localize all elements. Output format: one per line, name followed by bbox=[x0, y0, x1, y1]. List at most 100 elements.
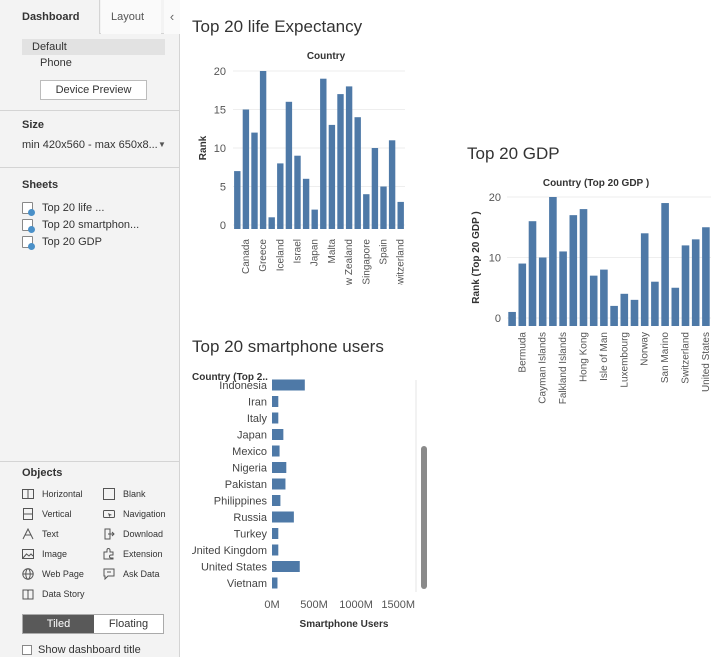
x-tick-label: Israel bbox=[293, 239, 304, 263]
dashboard-sidebar: Dashboard Layout ‹ Default Phone Device … bbox=[0, 0, 180, 657]
bar bbox=[630, 299, 639, 326]
x-tick-label: Hong Kong bbox=[579, 332, 590, 382]
x-tick-label: Iceland bbox=[275, 239, 286, 271]
checkbox-icon[interactable] bbox=[22, 645, 32, 655]
x-axis-label: Smartphone Users bbox=[300, 619, 389, 630]
x-tick-label: 0M bbox=[264, 599, 279, 611]
x-tick-label: Singapore bbox=[361, 239, 372, 285]
sheet-label: Top 20 life ... bbox=[42, 202, 105, 214]
smartphone-users-chart: Country (Top 2..IndonesiaIranItalyJapanM… bbox=[192, 372, 427, 630]
y-tick-label: 0 bbox=[220, 220, 226, 232]
device-default-option[interactable]: Default bbox=[22, 39, 165, 55]
y-tick-label: 5 bbox=[220, 182, 226, 194]
web-page-icon bbox=[22, 568, 34, 580]
object-label: Web Page bbox=[42, 569, 84, 579]
bar bbox=[388, 140, 396, 229]
bar bbox=[528, 221, 537, 326]
device-phone-option[interactable]: Phone bbox=[22, 55, 165, 71]
x-tick-label: United States bbox=[701, 332, 712, 392]
divider bbox=[0, 461, 180, 462]
bar bbox=[277, 163, 284, 229]
device-preview-button[interactable]: Device Preview bbox=[40, 80, 147, 100]
collapse-sidebar-icon[interactable]: ‹ bbox=[164, 0, 180, 34]
extension-icon bbox=[103, 548, 114, 560]
navigation-icon bbox=[103, 510, 115, 518]
text-icon bbox=[22, 528, 34, 540]
vertical-icon bbox=[23, 508, 33, 520]
bar bbox=[354, 117, 361, 229]
x-tick-label: Isle of Man bbox=[599, 332, 610, 381]
bar bbox=[518, 263, 527, 326]
checkbox-label: Show dashboard title bbox=[38, 644, 141, 656]
sheet-icon bbox=[22, 219, 35, 233]
bar bbox=[272, 396, 279, 407]
category-label: Vietnam bbox=[227, 578, 267, 590]
tab-layout[interactable]: Layout bbox=[101, 0, 161, 34]
bar bbox=[640, 233, 649, 326]
sheet-label: Top 20 GDP bbox=[42, 236, 102, 248]
tab-dashboard[interactable]: Dashboard bbox=[0, 0, 100, 34]
bar bbox=[328, 124, 336, 229]
smartphone-title: Top 20 smartphone users bbox=[192, 337, 384, 356]
bar bbox=[242, 109, 250, 229]
bar bbox=[272, 544, 279, 556]
chart-title: Country bbox=[307, 51, 346, 62]
x-tick-label: New Zealand bbox=[344, 239, 355, 285]
x-tick-label: 1000M bbox=[339, 599, 373, 611]
image-icon bbox=[22, 549, 34, 559]
life-expectancy-title: Top 20 life Expectancy bbox=[192, 17, 363, 36]
chart-title: Country (Top 20 GDP ) bbox=[543, 178, 649, 189]
object-label: Download bbox=[123, 529, 164, 539]
vertical-scrollbar[interactable] bbox=[421, 446, 427, 589]
bar bbox=[272, 577, 278, 589]
category-label: Philippines bbox=[214, 496, 268, 508]
category-label: Iran bbox=[248, 397, 267, 409]
x-tick-label: Malta bbox=[327, 239, 338, 264]
category-label: Japan bbox=[237, 430, 267, 442]
in-use-check-icon bbox=[28, 226, 35, 233]
x-tick-label: 500M bbox=[300, 599, 328, 611]
x-tick-label: Falkland Islands bbox=[558, 332, 569, 404]
object-label: Text bbox=[42, 529, 59, 539]
x-tick-label: San Marino bbox=[660, 332, 671, 384]
bar bbox=[272, 528, 279, 539]
x-tick-label: Spain bbox=[379, 239, 390, 265]
download-icon bbox=[104, 528, 115, 540]
gdp-chart: Country (Top 20 GDP ) Rank (Top 20 GDP ) 0… bbox=[471, 178, 712, 404]
category-label: Italy bbox=[247, 413, 268, 425]
bar bbox=[259, 71, 267, 229]
y-axis-label: Rank bbox=[198, 135, 209, 160]
bar bbox=[363, 194, 370, 229]
tiled-button[interactable]: Tiled bbox=[23, 615, 94, 633]
divider bbox=[0, 110, 180, 111]
object-label: Image bbox=[42, 549, 68, 559]
bar bbox=[549, 197, 557, 326]
y-axis-label: Rank (Top 20 GDP ) bbox=[471, 211, 482, 303]
category-label: United Kingdom bbox=[192, 545, 267, 557]
x-tick-label: Switzerland bbox=[681, 332, 692, 384]
objects-section-title: Objects bbox=[22, 467, 63, 479]
y-tick-label: 20 bbox=[214, 66, 226, 78]
floating-button[interactable]: Floating bbox=[94, 615, 163, 633]
y-tick-label: 20 bbox=[489, 192, 501, 204]
x-tick-label: Norway bbox=[640, 332, 651, 366]
bar bbox=[620, 293, 629, 326]
y-tick-label: 15 bbox=[214, 105, 226, 117]
bar bbox=[272, 478, 286, 490]
bar bbox=[302, 178, 310, 229]
bar bbox=[272, 495, 281, 506]
bar bbox=[272, 429, 284, 440]
sheet-icon bbox=[22, 236, 35, 250]
x-tick-label: Switzerland bbox=[396, 239, 407, 285]
bar bbox=[671, 287, 680, 326]
category-label: United States bbox=[201, 562, 268, 574]
x-tick-label: Greece bbox=[258, 239, 269, 272]
category-label: Russia bbox=[233, 512, 268, 524]
size-dropdown[interactable]: min 420x560 - max 650x8... bbox=[22, 139, 167, 151]
bar bbox=[397, 201, 404, 229]
ask-data-icon bbox=[103, 568, 115, 580]
bar bbox=[681, 245, 690, 326]
bar bbox=[294, 155, 301, 229]
bar bbox=[272, 445, 280, 457]
dropdown-arrow-icon[interactable]: ▼ bbox=[158, 140, 166, 149]
